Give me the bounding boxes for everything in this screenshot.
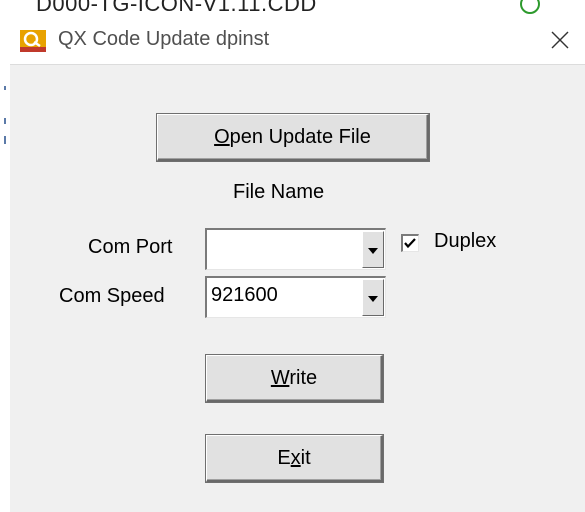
duplex-checkbox[interactable] (401, 234, 419, 252)
com-port-select[interactable] (205, 228, 386, 270)
status-ok-icon (520, 0, 540, 14)
com-speed-value: 921600 (211, 284, 278, 306)
write-button[interactable]: Write (206, 355, 383, 402)
duplex-label: Duplex (434, 230, 497, 252)
background-window-strip: D000-TG-ICON-V1.11.CDD (0, 0, 585, 14)
chevron-down-icon (368, 296, 378, 302)
exit-label: Exit (277, 446, 311, 469)
title-bar[interactable]: QX Code Update dpinst (10, 14, 585, 65)
close-icon (551, 31, 569, 49)
update-dialog: QX Code Update dpinst Open Update File F… (10, 14, 585, 512)
close-button[interactable] (540, 22, 580, 58)
com-speed-select[interactable]: 921600 (205, 276, 386, 318)
write-label: Write (270, 366, 318, 389)
com-port-label: Com Port (88, 236, 173, 258)
chevron-down-icon (368, 248, 378, 254)
background-window-text: D000-TG-ICON-V1.11.CDD (36, 0, 317, 14)
checkmark-icon (404, 238, 416, 249)
file-name-label: File Name (233, 181, 325, 203)
open-update-file-label: Open Update File (214, 125, 371, 148)
open-update-file-button[interactable]: Open Update File (157, 114, 429, 161)
exit-button[interactable]: Exit (206, 435, 383, 482)
com-speed-dropdown-button[interactable] (362, 279, 384, 316)
com-speed-label: Com Speed (59, 285, 165, 307)
com-port-dropdown-button[interactable] (362, 231, 384, 268)
app-logo-icon (20, 30, 46, 52)
window-title: QX Code Update dpinst (58, 28, 270, 50)
